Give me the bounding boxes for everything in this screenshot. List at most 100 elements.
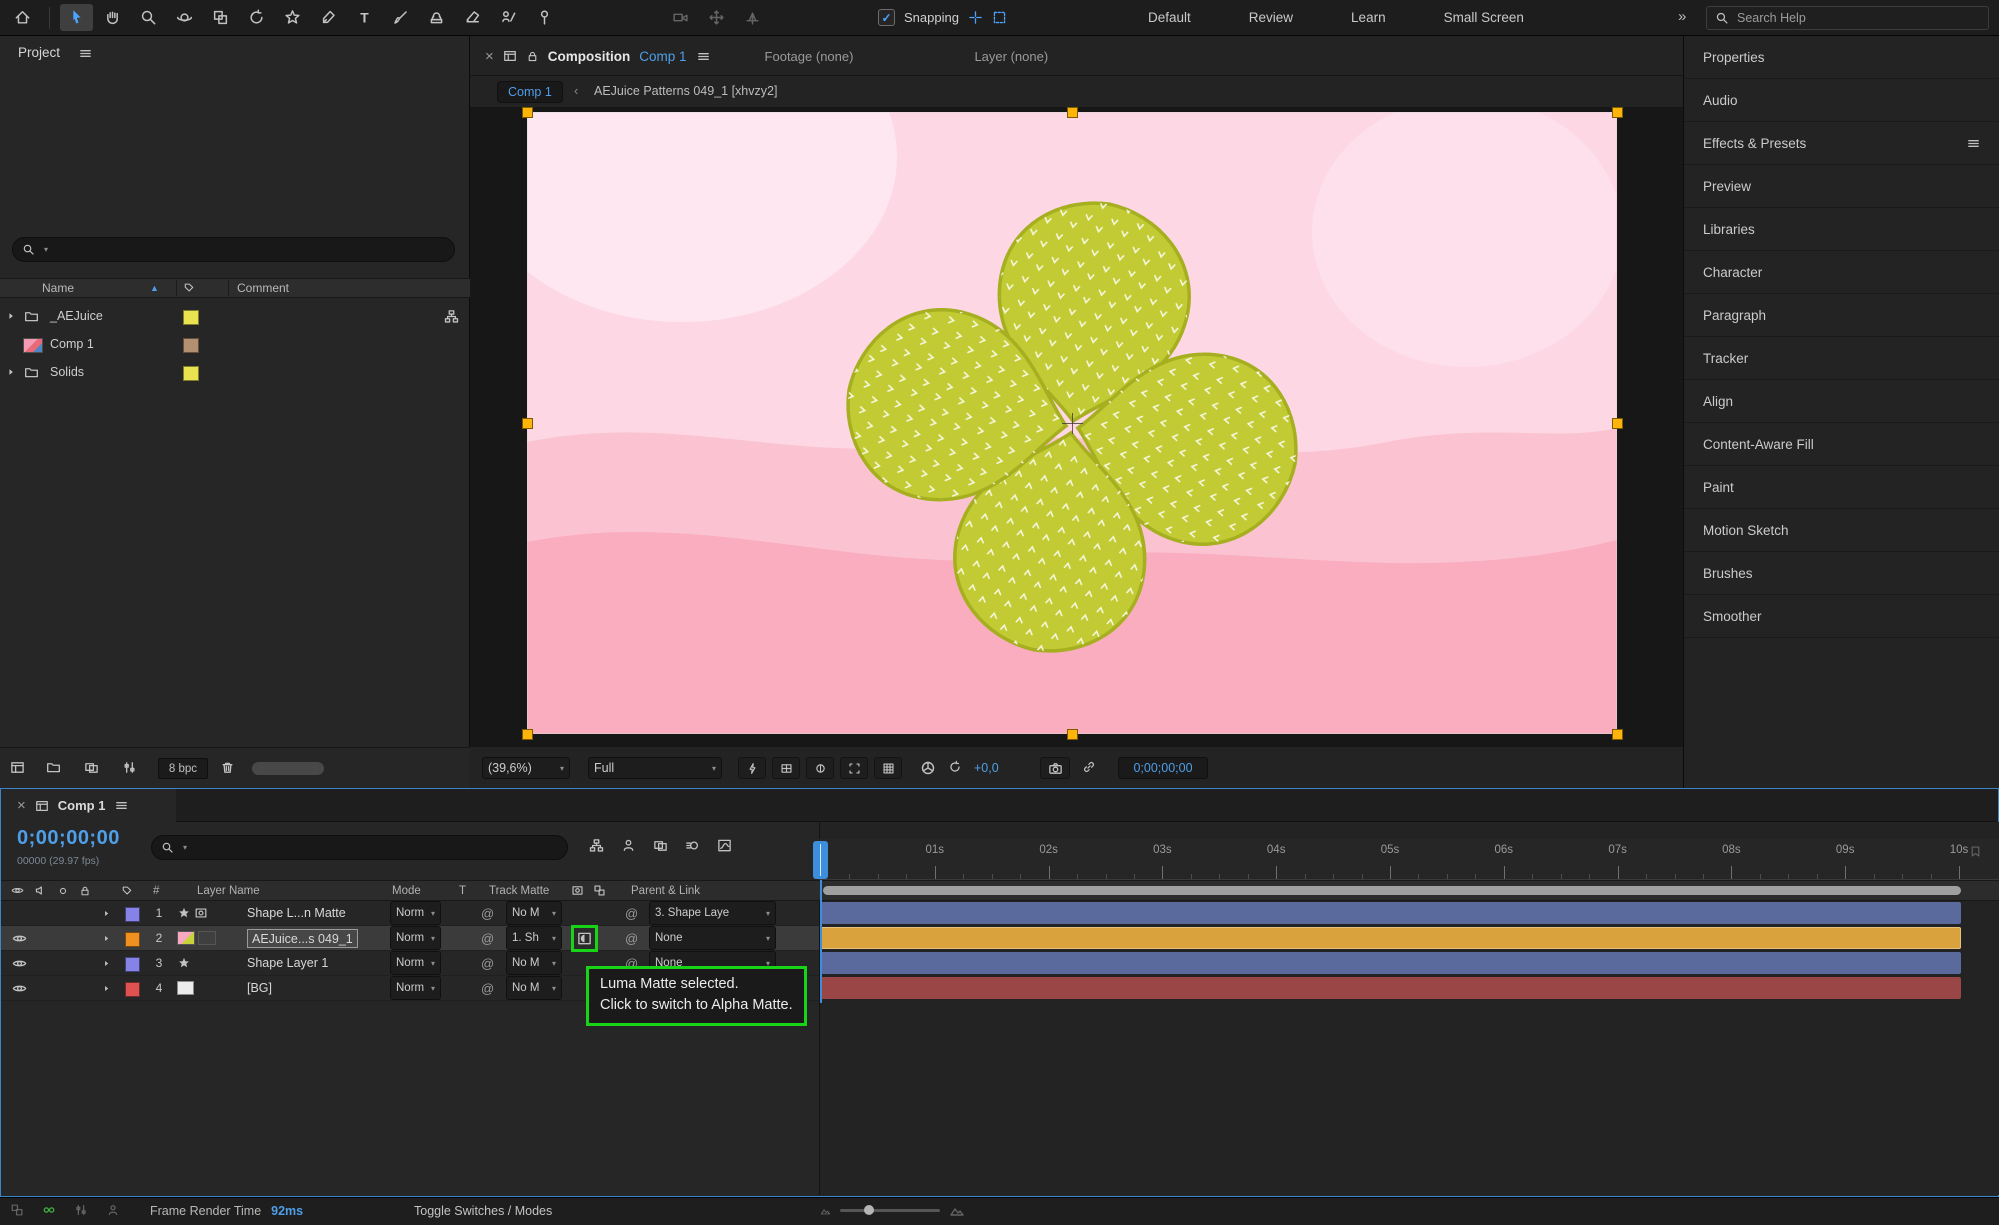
layer-name[interactable]: Shape L...n Matte <box>247 901 346 925</box>
timeline-bar-layer-1[interactable] <box>821 902 1961 924</box>
zoom-slider-knob[interactable] <box>864 1204 874 1215</box>
mask-shape-tool-icon[interactable] <box>276 4 309 31</box>
hand-tool-icon[interactable] <box>96 4 129 31</box>
type-tool-icon[interactable]: T <box>348 4 381 31</box>
sort-ascending-icon[interactable]: ▲ <box>150 279 159 297</box>
selection-handle[interactable] <box>1612 418 1623 429</box>
data-flow-icon[interactable] <box>10 1203 24 1217</box>
reset-exposure-icon[interactable] <box>948 760 962 774</box>
panel-header-paint[interactable]: Paint <box>1684 466 1999 509</box>
expand-chevron-icon[interactable] <box>6 367 16 377</box>
blend-mode-dropdown[interactable]: Norm ▾ <box>390 976 441 1000</box>
home-icon[interactable] <box>6 4 39 31</box>
column-comment[interactable]: Comment <box>237 279 289 297</box>
camera-dolly-tool-icon[interactable] <box>736 4 769 31</box>
workspace-review[interactable]: Review <box>1249 10 1293 25</box>
snap-edges-icon[interactable] <box>968 10 983 25</box>
puppet-pin-tool-icon[interactable] <box>528 4 561 31</box>
panel-header-properties[interactable]: Properties <box>1684 36 1999 79</box>
layer-label-swatch[interactable] <box>125 957 140 972</box>
track-matte-dropdown[interactable]: No M ▾ <box>506 901 562 925</box>
breadcrumb-comp[interactable]: Comp 1 <box>497 81 563 103</box>
anchor-point[interactable] <box>1062 413 1083 434</box>
main-viewer-button[interactable] <box>738 757 766 779</box>
visibility-toggle[interactable] <box>9 951 29 975</box>
column-name[interactable]: Name <box>42 279 74 297</box>
visibility-toggle[interactable] <box>9 976 29 1000</box>
close-icon[interactable]: × <box>485 48 494 65</box>
pan-behind-tool-icon[interactable] <box>204 4 237 31</box>
selection-handle[interactable] <box>1067 107 1078 118</box>
pen-tool-icon[interactable] <box>312 4 345 31</box>
label-color-swatch[interactable] <box>183 366 199 381</box>
expand-chevron-icon[interactable] <box>102 926 111 950</box>
viewer-stage-area[interactable] <box>470 107 1683 746</box>
tab-footage[interactable]: Footage (none) <box>765 49 854 64</box>
toggle-switches-modes-button[interactable]: Toggle Switches / Modes <box>414 1204 552 1218</box>
layer-row-1[interactable]: 1 Shape L...n Matte Norm ▾ @ No M ▾ @3. Shape L… <box>1 901 819 926</box>
panel-header-paragraph[interactable]: Paragraph <box>1684 294 1999 337</box>
expand-chevron-icon[interactable] <box>102 951 111 975</box>
selection-handle[interactable] <box>1612 729 1623 740</box>
region-of-interest-button[interactable] <box>840 757 868 779</box>
selection-handle[interactable] <box>522 729 533 740</box>
track-matte-dropdown[interactable]: No M ▾ <box>506 951 562 975</box>
panel-header-content-aware-fill[interactable]: Content-Aware Fill <box>1684 423 1999 466</box>
comp-marker-icon[interactable] <box>1969 845 1982 858</box>
visibility-toggle[interactable] <box>9 901 29 925</box>
snap-grid-icon[interactable] <box>992 10 1007 25</box>
pick-whip-icon[interactable]: @ <box>481 951 494 975</box>
bit-depth-button[interactable]: 8 bpc <box>158 758 208 779</box>
project-item-solids[interactable]: Solids <box>0 358 470 386</box>
selection-handle[interactable] <box>522 107 533 118</box>
panel-header-tracker[interactable]: Tracker <box>1684 337 1999 380</box>
project-item--aejuice[interactable]: _AEJuice <box>0 302 470 330</box>
track-matte-dropdown[interactable]: No M ▾ <box>506 976 562 1000</box>
panel-header-effects-presets[interactable]: Effects & Presets <box>1684 122 1999 165</box>
panel-header-preview[interactable]: Preview <box>1684 165 1999 208</box>
new-folder-icon[interactable] <box>46 760 61 775</box>
new-composition-icon[interactable] <box>84 760 99 775</box>
roto-brush-tool-icon[interactable] <box>492 4 525 31</box>
label-flag-icon[interactable] <box>183 279 195 297</box>
magnification-dropdown[interactable]: (39,6%) ▾ <box>482 757 570 779</box>
snapping-checkbox[interactable]: ✓ <box>878 9 895 26</box>
parent-link-dropdown[interactable]: None ▾ <box>649 926 776 950</box>
flowchart-icon[interactable] <box>444 309 459 324</box>
lock-icon[interactable] <box>526 50 539 63</box>
switches-icon[interactable] <box>74 1203 88 1217</box>
resolution-dropdown[interactable]: Full ▾ <box>588 757 722 779</box>
selection-tool-icon[interactable] <box>60 4 93 31</box>
layer-label-swatch[interactable] <box>125 982 140 997</box>
panel-header-libraries[interactable]: Libraries <box>1684 208 1999 251</box>
timeline-bar-layer-4[interactable] <box>821 977 1961 999</box>
panel-header-character[interactable]: Character <box>1684 251 1999 294</box>
zoom-slider-track[interactable] <box>840 1204 940 1215</box>
parent-link-dropdown[interactable]: 3. Shape Laye ▾ <box>649 901 776 925</box>
luma-matte-toggle-button[interactable] <box>571 925 598 952</box>
panel-header-audio[interactable]: Audio <box>1684 79 1999 122</box>
expand-chevron-icon[interactable] <box>102 901 111 925</box>
layer-name[interactable]: Shape Layer 1 <box>247 951 328 975</box>
blend-mode-dropdown[interactable]: Norm ▾ <box>390 926 441 950</box>
rotation-tool-icon[interactable] <box>240 4 273 31</box>
transparency-grid-button[interactable] <box>772 757 800 779</box>
current-time-indicator-head[interactable] <box>813 841 828 879</box>
pick-whip-icon[interactable]: @ <box>625 901 638 925</box>
workspace-learn[interactable]: Learn <box>1351 10 1386 25</box>
exposure-value[interactable]: +0,0 <box>974 761 999 775</box>
panel-header-motion-sketch[interactable]: Motion Sketch <box>1684 509 1999 552</box>
channel-color-icon[interactable] <box>920 760 936 776</box>
blend-mode-dropdown[interactable]: Norm ▾ <box>390 901 441 925</box>
breadcrumb-item[interactable]: AEJuice Patterns 049_1 [xhvzy2] <box>594 84 777 98</box>
tab-composition-name[interactable]: Comp 1 <box>639 49 686 64</box>
panel-menu-icon[interactable] <box>696 49 711 64</box>
panel-header-align[interactable]: Align <box>1684 380 1999 423</box>
pick-whip-icon[interactable]: @ <box>481 901 494 925</box>
camera-pan-tool-icon[interactable] <box>700 4 733 31</box>
timeline-bar-layer-3[interactable] <box>821 952 1961 974</box>
timeline-bar-layer-2[interactable] <box>821 927 1961 949</box>
layer-name[interactable]: AEJuice...s 049_1 <box>247 929 358 948</box>
project-search-input[interactable]: ▾ <box>12 237 455 262</box>
workspace-default[interactable]: Default <box>1148 10 1191 25</box>
